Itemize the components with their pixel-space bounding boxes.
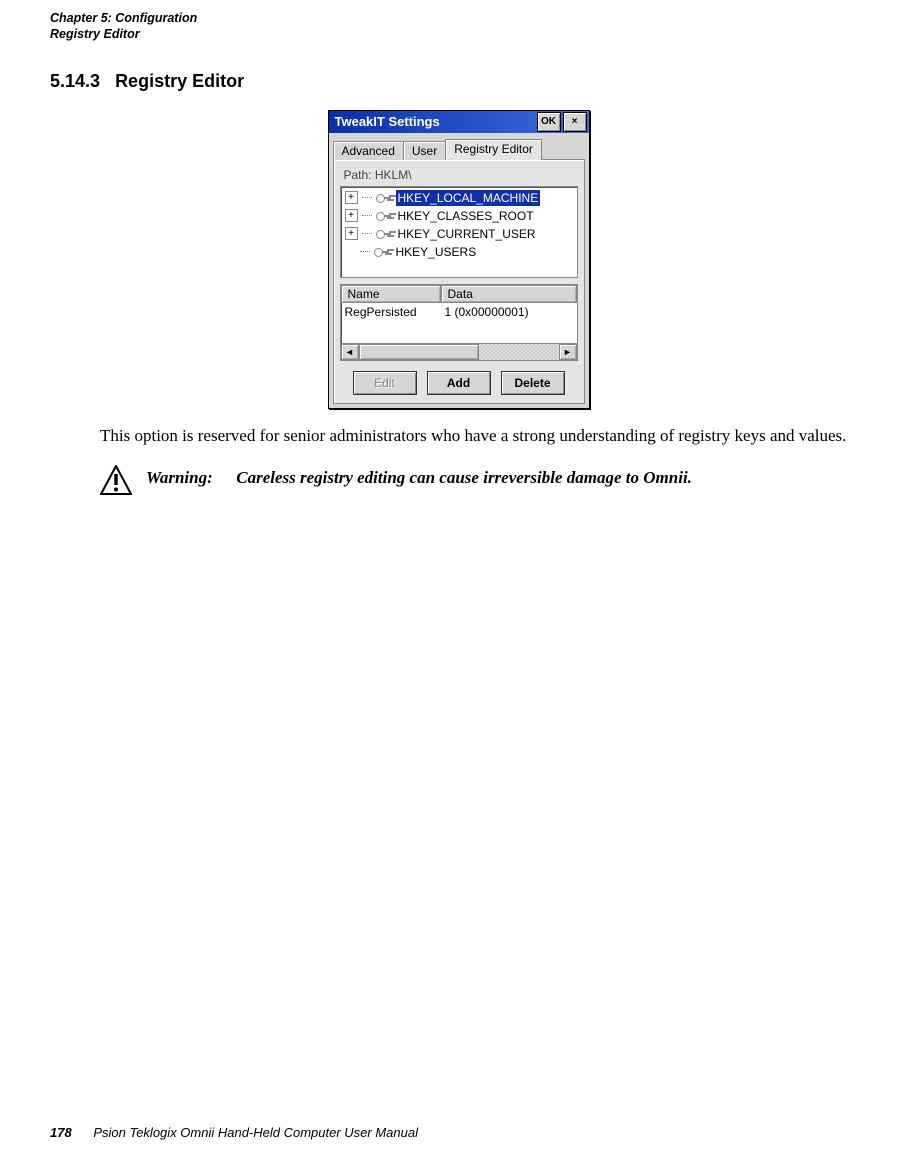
section-number: 5.14.3 xyxy=(50,71,100,91)
chapter-line: Chapter 5: Configuration xyxy=(50,10,867,26)
tree-item[interactable]: + HKEY_CLASSES_ROOT xyxy=(341,207,577,225)
tree-label: HKEY_USERS xyxy=(394,244,479,260)
registry-tree[interactable]: + HKEY_LOCAL_MACHINE + HKEY_CLASSES_ROOT… xyxy=(340,186,578,278)
tree-item[interactable]: HKEY_USERS xyxy=(341,243,577,261)
add-button[interactable]: Add xyxy=(427,371,491,395)
close-button[interactable]: × xyxy=(563,112,587,132)
header-subtitle: Registry Editor xyxy=(50,26,867,42)
titlebar: TweakIT Settings OK × xyxy=(329,111,589,133)
row-data: 1 (0x00000001) xyxy=(445,305,577,325)
listview-headers: Name Data xyxy=(341,285,577,303)
tree-item[interactable]: + HKEY_CURRENT_USER xyxy=(341,225,577,243)
horizontal-scrollbar[interactable]: ◄ ► xyxy=(341,343,577,360)
section-title: Registry Editor xyxy=(115,71,244,91)
listview-row[interactable]: RegPersisted 1 (0x00000001) xyxy=(341,303,577,327)
tree-label: HKEY_CURRENT_USER xyxy=(396,226,538,242)
scroll-thumb[interactable] xyxy=(359,344,479,360)
warning-message: Careless registry editing can cause irre… xyxy=(236,468,692,487)
tab-page: Path: HKLM\ + HKEY_LOCAL_MACHINE + HKEY_… xyxy=(333,159,585,404)
tab-registry-editor[interactable]: Registry Editor xyxy=(445,139,542,160)
path-label: Path: HKLM\ xyxy=(344,168,576,182)
row-name: RegPersisted xyxy=(341,305,445,325)
ok-button[interactable]: OK xyxy=(537,112,561,132)
column-name-header[interactable]: Name xyxy=(341,285,441,303)
page-number: 178 xyxy=(50,1125,72,1140)
tab-advanced[interactable]: Advanced xyxy=(333,141,404,160)
tab-strip: Advanced User Registry Editor xyxy=(329,133,589,160)
warning-label: Warning: xyxy=(146,468,232,488)
tree-label: HKEY_CLASSES_ROOT xyxy=(396,208,536,224)
figure: TweakIT Settings OK × Advanced User Regi… xyxy=(50,110,867,409)
value-listview[interactable]: Name Data RegPersisted 1 (0x00000001) ◄ … xyxy=(340,284,578,361)
edit-button[interactable]: Edit xyxy=(353,371,417,395)
scroll-track[interactable] xyxy=(359,344,559,360)
expand-icon[interactable]: + xyxy=(345,191,358,204)
tree-item[interactable]: + HKEY_LOCAL_MACHINE xyxy=(341,189,577,207)
window-title: TweakIT Settings xyxy=(335,114,537,129)
expand-icon xyxy=(345,246,356,257)
column-data-header[interactable]: Data xyxy=(441,285,577,303)
key-icon xyxy=(374,247,390,257)
key-icon xyxy=(376,193,392,203)
key-icon xyxy=(376,229,392,239)
scroll-right-button[interactable]: ► xyxy=(559,344,577,360)
tweakit-window: TweakIT Settings OK × Advanced User Regi… xyxy=(328,110,590,409)
expand-icon[interactable]: + xyxy=(345,227,358,240)
expand-icon[interactable]: + xyxy=(345,209,358,222)
manual-title: Psion Teklogix Omnii Hand-Held Computer … xyxy=(93,1125,418,1140)
button-row: Edit Add Delete xyxy=(340,371,578,395)
page-header: Chapter 5: Configuration Registry Editor xyxy=(50,10,867,43)
key-icon xyxy=(376,211,392,221)
tab-user[interactable]: User xyxy=(403,141,446,160)
section-heading: 5.14.3 Registry Editor xyxy=(50,71,867,92)
warning-icon xyxy=(100,465,132,500)
body-paragraph: This option is reserved for senior admin… xyxy=(100,425,867,448)
delete-button[interactable]: Delete xyxy=(501,371,565,395)
scroll-left-button[interactable]: ◄ xyxy=(341,344,359,360)
tree-label: HKEY_LOCAL_MACHINE xyxy=(396,190,541,206)
warning-text: Warning: Careless registry editing can c… xyxy=(146,465,692,488)
warning-block: Warning: Careless registry editing can c… xyxy=(100,465,867,500)
page-footer: 178 Psion Teklogix Omnii Hand-Held Compu… xyxy=(50,1125,418,1140)
